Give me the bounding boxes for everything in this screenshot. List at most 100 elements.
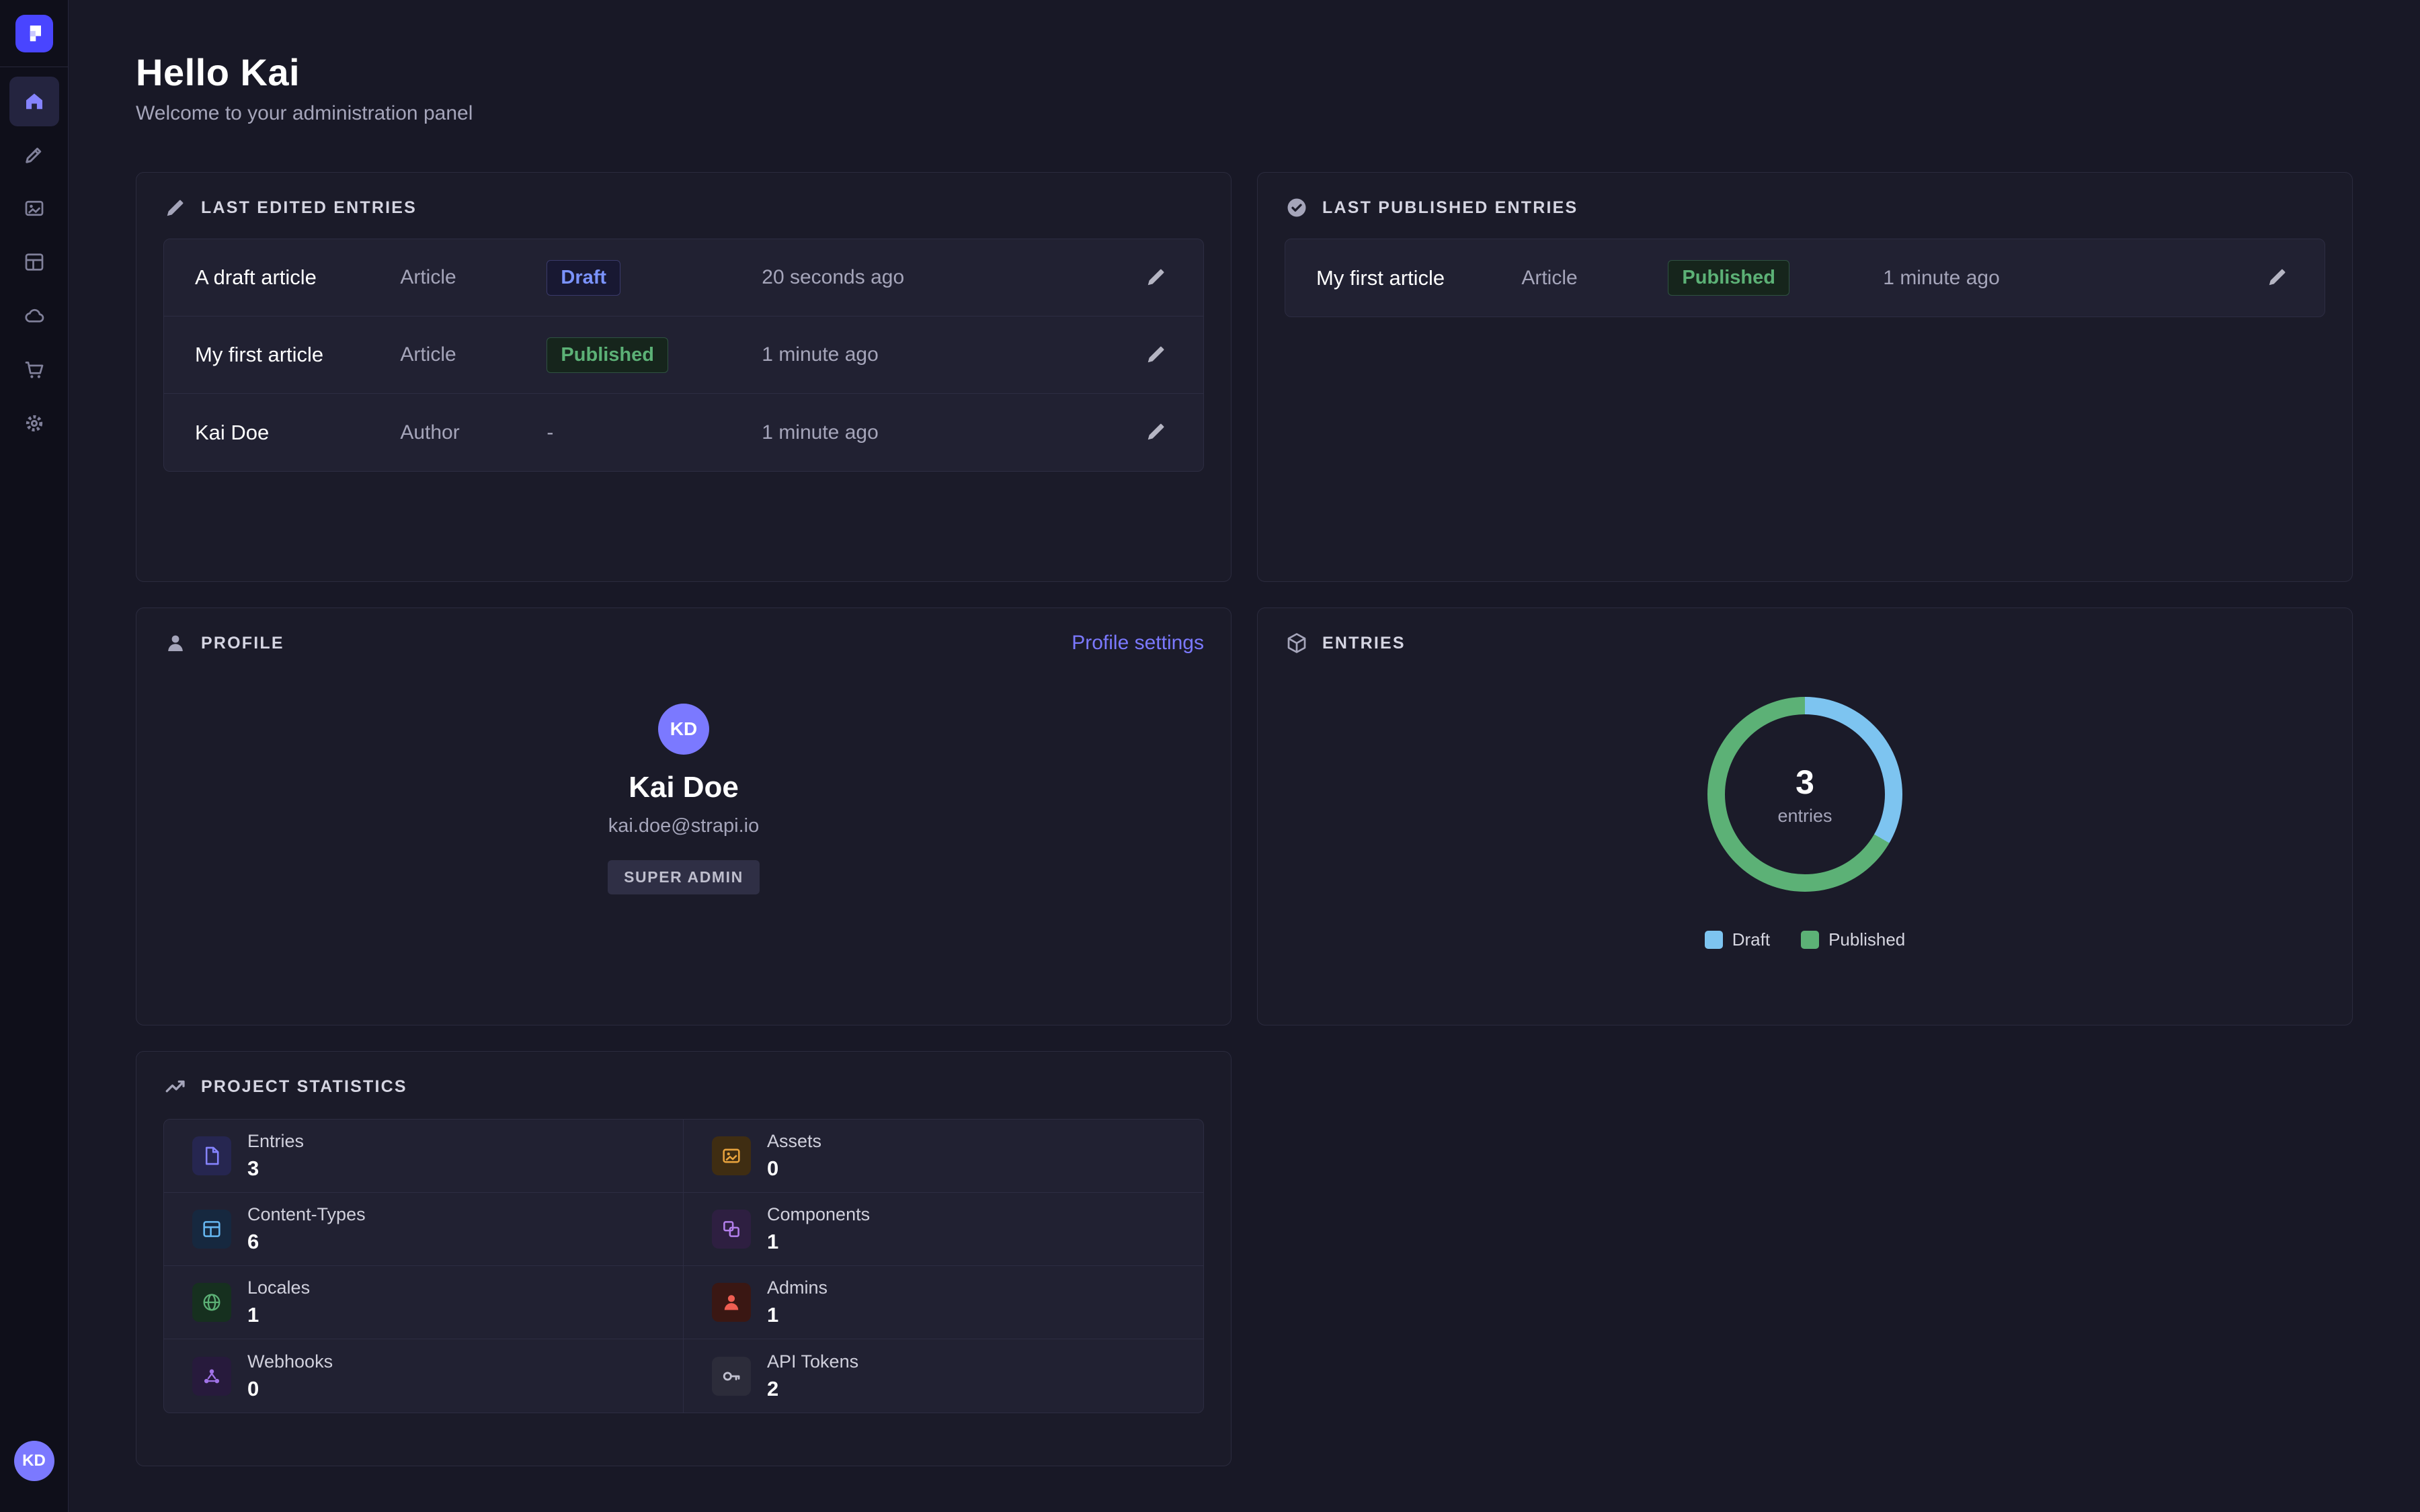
strapi-logo[interactable] [15, 15, 53, 52]
layout-grid-icon [192, 1210, 231, 1249]
pencil-icon [163, 196, 188, 220]
entry-type: Article [1521, 267, 1668, 290]
stat-value: 1 [247, 1303, 310, 1327]
image-icon [712, 1136, 751, 1175]
stat-content-types: Content-Types 6 [164, 1193, 684, 1266]
strapi-logo-icon [24, 22, 44, 46]
status-badge: Draft [547, 260, 620, 296]
edit-entry-button[interactable] [2261, 262, 2294, 294]
stats-grid: Entries3 Assets0 Content-Types6 Componen… [163, 1119, 1204, 1413]
legend-label: Draft [1732, 929, 1770, 950]
stat-value: 6 [247, 1230, 366, 1254]
pencil-icon [2265, 265, 2290, 291]
sidebar-item-settings[interactable] [9, 399, 59, 449]
widget-project-statistics: PROJECT STATISTICS Entries3 Assets0 Cont… [136, 1051, 1232, 1466]
entry-type: Article [400, 266, 547, 289]
legend-item-draft: Draft [1705, 929, 1770, 950]
share-nodes-icon [192, 1357, 231, 1396]
edit-entry-button[interactable] [1140, 339, 1172, 371]
entry-name: A draft article [195, 265, 400, 290]
widget-header: ENTRIES [1285, 631, 2325, 655]
stat-api-tokens: API Tokens 2 [684, 1339, 1203, 1413]
status-badge: Published [547, 337, 668, 373]
table-row: My first article Article Published 1 min… [164, 317, 1203, 394]
widget-title: PROJECT STATISTICS [201, 1077, 407, 1097]
images-icon [22, 196, 46, 222]
stat-value: 1 [767, 1303, 828, 1327]
stat-label: Locales [247, 1277, 310, 1298]
settings-gear-icon [22, 411, 46, 437]
widget-header: LAST PUBLISHED ENTRIES [1285, 196, 2325, 220]
pencil-icon [1144, 419, 1168, 446]
profile-settings-link[interactable]: Profile settings [1072, 632, 1204, 655]
entries-count: 3 [1796, 763, 1814, 802]
status-badge: Published [1668, 260, 1789, 296]
home-icon [22, 89, 46, 115]
widget-title: LAST PUBLISHED ENTRIES [1322, 198, 1578, 218]
last-published-table: My first article Article Published 1 min… [1285, 239, 2325, 317]
cube-icon [1285, 631, 1309, 655]
widget-title: ENTRIES [1322, 634, 1406, 653]
stat-value: 0 [247, 1377, 333, 1401]
user-avatar[interactable]: KD [14, 1441, 54, 1481]
entry-type: Article [400, 343, 547, 366]
draft-swatch [1705, 931, 1723, 949]
stat-label: Webhooks [247, 1351, 333, 1372]
page-subtitle: Welcome to your administration panel [136, 102, 2353, 125]
cloud-icon [22, 304, 46, 330]
entry-type: Author [400, 421, 547, 444]
stat-locales: Locales 1 [164, 1266, 684, 1339]
stat-entries: Entries 3 [164, 1120, 684, 1193]
sidebar-item-media-library[interactable] [9, 184, 59, 234]
page-title: Hello Kai [136, 50, 2353, 94]
pencil-icon [1144, 342, 1168, 368]
profile-body: KD Kai Doe kai.doe@strapi.io SUPER ADMIN [163, 704, 1204, 894]
entries-chart: 3 entries Draft Published [1285, 697, 2325, 950]
table-row: Kai Doe Author - 1 minute ago [164, 394, 1203, 471]
sidebar-item-deploy[interactable] [9, 292, 59, 341]
widget-header: PROJECT STATISTICS [163, 1075, 1204, 1099]
profile-avatar: KD [658, 704, 709, 755]
edit-entry-button[interactable] [1140, 417, 1172, 449]
main-content: Hello Kai Welcome to your administration… [69, 0, 2420, 1512]
sidebar-item-content-type-builder[interactable] [9, 130, 59, 180]
stat-label: Assets [767, 1131, 821, 1152]
entries-unit: entries [1777, 806, 1832, 827]
sidebar-item-home[interactable] [9, 77, 59, 126]
key-icon [712, 1357, 751, 1396]
check-circle-icon [1285, 196, 1309, 220]
published-swatch [1801, 931, 1819, 949]
widget-title: LAST EDITED ENTRIES [201, 198, 417, 218]
puzzle-icon [712, 1210, 751, 1249]
edit-entry-button[interactable] [1140, 261, 1172, 294]
person-icon [163, 631, 188, 655]
profile-name: Kai Doe [629, 771, 739, 804]
table-row: A draft article Article Draft 20 seconds… [164, 239, 1203, 317]
widget-entries: ENTRIES 3 entries Draft Publis [1257, 607, 2353, 1025]
stat-value: 1 [767, 1230, 870, 1254]
chart-legend: Draft Published [1705, 929, 1906, 950]
stat-label: Components [767, 1204, 870, 1225]
sidebar-item-content-manager[interactable] [9, 238, 59, 288]
stat-label: Content-Types [247, 1204, 366, 1225]
pencil-ruler-icon [22, 142, 46, 169]
sidebar-item-marketplace[interactable] [9, 345, 59, 395]
stat-assets: Assets0 [684, 1120, 1203, 1193]
entry-time: 1 minute ago [762, 421, 1140, 444]
entry-time: 1 minute ago [1883, 267, 2261, 290]
entry-time: 1 minute ago [762, 343, 1140, 366]
stat-value: 3 [247, 1157, 304, 1181]
document-icon [192, 1136, 231, 1175]
sidebar: KD [0, 0, 69, 1512]
status-empty: - [547, 421, 553, 444]
layout-icon [22, 250, 46, 276]
stat-value: 2 [767, 1377, 858, 1401]
trend-up-icon [163, 1075, 188, 1099]
globe-icon [192, 1283, 231, 1322]
legend-item-published: Published [1801, 929, 1905, 950]
last-edited-table: A draft article Article Draft 20 seconds… [163, 239, 1204, 472]
stat-label: API Tokens [767, 1351, 858, 1372]
stat-label: Entries [247, 1131, 304, 1152]
entry-name: Kai Doe [195, 421, 400, 445]
legend-label: Published [1828, 929, 1905, 950]
